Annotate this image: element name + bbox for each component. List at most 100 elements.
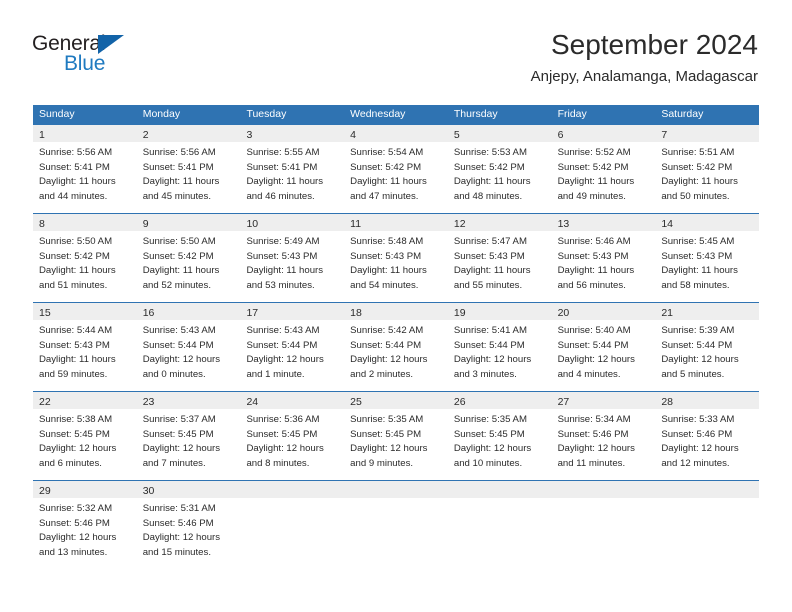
day-number: 9: [142, 218, 149, 230]
daylight-text-line2: and 54 minutes.: [350, 279, 419, 291]
sunrise-text: Sunrise: 5:35 AM: [453, 414, 527, 425]
day-details: Sunrise: 5:42 AM Sunset: 5:44 PM Dayligh…: [344, 320, 448, 382]
day-number-band: 25: [344, 392, 448, 409]
daylight-text-line2: and 56 minutes.: [557, 279, 626, 291]
daylight-text-line1: Daylight: 11 hours: [142, 265, 220, 277]
sunrise-text: Sunrise: 5:34 AM: [557, 414, 631, 425]
day-number: 15: [39, 307, 51, 319]
daylight-text-line2: and 2 minutes.: [350, 368, 414, 380]
sunrise-text: Sunrise: 5:55 AM: [246, 147, 320, 158]
daylight-text-line2: and 11 minutes.: [557, 457, 626, 469]
day-number-band: 2: [136, 125, 241, 142]
calendar-day-cell[interactable]: 8 Sunrise: 5:50 AM Sunset: 5:42 PM Dayli…: [33, 214, 137, 302]
calendar-day-cell[interactable]: 21 Sunrise: 5:39 AM Sunset: 5:44 PM Dayl…: [655, 303, 760, 391]
sunrise-text: Sunrise: 5:39 AM: [661, 325, 735, 336]
weekday-tuesday: Tuesday: [246, 108, 287, 120]
calendar-day-cell[interactable]: 23 Sunrise: 5:37 AM Sunset: 5:45 PM Dayl…: [136, 392, 241, 480]
sunrise-text: Sunrise: 5:35 AM: [350, 414, 424, 425]
calendar-day-cell[interactable]: 27 Sunrise: 5:34 AM Sunset: 5:46 PM Dayl…: [551, 392, 656, 480]
daylight-text-line1: Daylight: 11 hours: [661, 176, 738, 188]
calendar-day-cell[interactable]: 10 Sunrise: 5:49 AM Sunset: 5:43 PM Dayl…: [240, 214, 345, 302]
day-number: 13: [557, 218, 570, 230]
sunrise-text: Sunrise: 5:38 AM: [39, 414, 113, 425]
calendar-day-cell[interactable]: 17 Sunrise: 5:43 AM Sunset: 5:44 PM Dayl…: [240, 303, 345, 391]
daylight-text-line1: Daylight: 11 hours: [453, 265, 531, 277]
calendar-day-cell[interactable]: 6 Sunrise: 5:52 AM Sunset: 5:42 PM Dayli…: [551, 125, 656, 213]
day-number: 29: [39, 485, 51, 497]
daylight-text-line2: and 52 minutes.: [142, 279, 211, 291]
sunset-text: Sunset: 5:44 PM: [142, 339, 214, 351]
daylight-text-line2: and 9 minutes.: [350, 457, 414, 469]
calendar-day-cell[interactable]: 29 Sunrise: 5:32 AM Sunset: 5:46 PM Dayl…: [33, 481, 137, 569]
day-number: 1: [39, 129, 45, 141]
sunset-text: Sunset: 5:44 PM: [246, 339, 318, 351]
calendar-day-cell[interactable]: 26 Sunrise: 5:35 AM Sunset: 5:45 PM Dayl…: [447, 392, 552, 480]
daylight-text-line1: Daylight: 12 hours: [350, 354, 428, 366]
calendar-day-cell[interactable]: 24 Sunrise: 5:36 AM Sunset: 5:45 PM Dayl…: [240, 392, 345, 480]
daylight-text-line2: and 53 minutes.: [246, 279, 315, 291]
weekday-sunday: Sunday: [39, 108, 75, 120]
calendar-day-cell[interactable]: 9 Sunrise: 5:50 AM Sunset: 5:42 PM Dayli…: [136, 214, 241, 302]
calendar-day-cell[interactable]: 12 Sunrise: 5:47 AM Sunset: 5:43 PM Dayl…: [447, 214, 552, 302]
calendar-day-cell[interactable]: 18 Sunrise: 5:42 AM Sunset: 5:44 PM Dayl…: [344, 303, 448, 391]
calendar-day-cell[interactable]: 20 Sunrise: 5:40 AM Sunset: 5:44 PM Dayl…: [551, 303, 656, 391]
daylight-text-line2: and 48 minutes.: [453, 190, 523, 202]
calendar-day-cell[interactable]: 2 Sunrise: 5:56 AM Sunset: 5:41 PM Dayli…: [136, 125, 241, 213]
day-details: Sunrise: 5:41 AM Sunset: 5:44 PM Dayligh…: [448, 320, 552, 382]
sunset-text: Sunset: 5:45 PM: [453, 428, 525, 440]
sunrise-text: Sunrise: 5:45 AM: [661, 236, 735, 247]
calendar-day-cell[interactable]: 3 Sunrise: 5:55 AM Sunset: 5:41 PM Dayli…: [240, 125, 345, 213]
calendar-day-cell[interactable]: 15 Sunrise: 5:44 AM Sunset: 5:43 PM Dayl…: [33, 303, 137, 391]
daylight-text-line1: Daylight: 12 hours: [661, 443, 739, 455]
daylight-text-line2: and 50 minutes.: [661, 190, 730, 202]
sunset-text: Sunset: 5:44 PM: [350, 339, 422, 351]
calendar-day-cell[interactable]: 16 Sunrise: 5:43 AM Sunset: 5:44 PM Dayl…: [136, 303, 241, 391]
daylight-text-line2: and 45 minutes.: [142, 190, 211, 202]
sunset-text: Sunset: 5:43 PM: [557, 250, 629, 262]
daylight-text-line1: Daylight: 11 hours: [350, 265, 427, 277]
weekday-wednesday: Wednesday: [350, 108, 406, 120]
daylight-text-line1: Daylight: 12 hours: [246, 354, 324, 366]
day-number: 11: [350, 218, 362, 230]
calendar-day-cell[interactable]: 11 Sunrise: 5:48 AM Sunset: 5:43 PM Dayl…: [344, 214, 448, 302]
calendar-day-cell[interactable]: 22 Sunrise: 5:38 AM Sunset: 5:45 PM Dayl…: [33, 392, 137, 480]
day-details: Sunrise: 5:39 AM Sunset: 5:44 PM Dayligh…: [655, 320, 759, 382]
sunset-text: Sunset: 5:43 PM: [661, 250, 733, 262]
sunset-text: Sunset: 5:42 PM: [350, 161, 422, 173]
day-details: Sunrise: 5:32 AM Sunset: 5:46 PM Dayligh…: [33, 498, 137, 560]
calendar-day-cell[interactable]: 4 Sunrise: 5:54 AM Sunset: 5:42 PM Dayli…: [344, 125, 448, 213]
day-number-band: 28: [655, 392, 760, 409]
day-number: 18: [350, 307, 362, 319]
calendar-day-cell[interactable]: 7 Sunrise: 5:51 AM Sunset: 5:42 PM Dayli…: [655, 125, 760, 213]
daylight-text-line2: and 8 minutes.: [246, 457, 310, 469]
day-number-band: [344, 481, 448, 498]
day-details: Sunrise: 5:47 AM Sunset: 5:43 PM Dayligh…: [448, 231, 552, 293]
calendar-day-cell[interactable]: 25 Sunrise: 5:35 AM Sunset: 5:45 PM Dayl…: [344, 392, 448, 480]
sunrise-text: Sunrise: 5:52 AM: [557, 147, 631, 158]
sunset-text: Sunset: 5:43 PM: [39, 339, 110, 351]
day-number: 28: [661, 396, 673, 408]
daylight-text-line1: Daylight: 11 hours: [39, 265, 116, 277]
daylight-text-line2: and 46 minutes.: [246, 190, 315, 202]
calendar-day-cell[interactable]: 19 Sunrise: 5:41 AM Sunset: 5:44 PM Dayl…: [447, 303, 552, 391]
day-details: Sunrise: 5:43 AM Sunset: 5:44 PM Dayligh…: [240, 320, 344, 382]
calendar-day-cell[interactable]: 28 Sunrise: 5:33 AM Sunset: 5:46 PM Dayl…: [655, 392, 760, 480]
day-number-band: 7: [655, 125, 760, 142]
day-number: 26: [453, 396, 466, 408]
day-details: Sunrise: 5:56 AM Sunset: 5:41 PM Dayligh…: [137, 142, 241, 204]
day-number-band: 3: [240, 125, 345, 142]
calendar-day-cell[interactable]: 5 Sunrise: 5:53 AM Sunset: 5:42 PM Dayli…: [447, 125, 552, 213]
daylight-text-line1: Daylight: 11 hours: [661, 265, 738, 277]
sunrise-text: Sunrise: 5:48 AM: [350, 236, 424, 247]
day-number: 3: [246, 129, 253, 141]
day-details: Sunrise: 5:45 AM Sunset: 5:43 PM Dayligh…: [655, 231, 759, 293]
calendar-day-cell[interactable]: 14 Sunrise: 5:45 AM Sunset: 5:43 PM Dayl…: [655, 214, 760, 302]
calendar-day-cell[interactable]: 13 Sunrise: 5:46 AM Sunset: 5:43 PM Dayl…: [551, 214, 656, 302]
daylight-text-line2: and 4 minutes.: [557, 368, 621, 380]
day-number: 20: [557, 307, 570, 319]
day-details: Sunrise: 5:35 AM Sunset: 5:45 PM Dayligh…: [448, 409, 552, 471]
day-number-band: 27: [551, 392, 656, 409]
calendar-day-cell[interactable]: 1 Sunrise: 5:56 AM Sunset: 5:41 PM Dayli…: [33, 125, 137, 213]
day-details: Sunrise: 5:43 AM Sunset: 5:44 PM Dayligh…: [137, 320, 241, 382]
calendar-day-cell[interactable]: 30 Sunrise: 5:31 AM Sunset: 5:46 PM Dayl…: [136, 481, 241, 569]
